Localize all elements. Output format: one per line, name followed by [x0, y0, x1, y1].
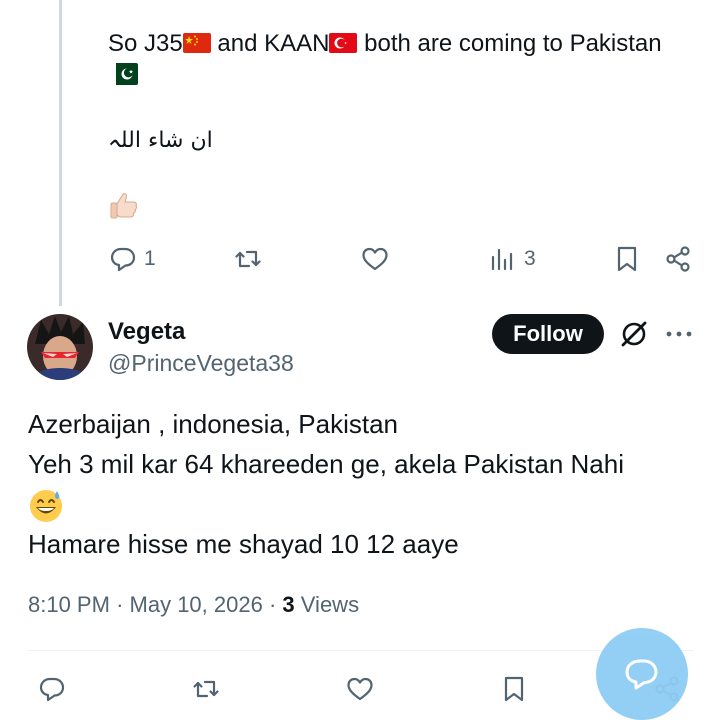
reply-action-bar: 1 3: [0, 240, 720, 284]
tweet-views-count: 3: [282, 592, 295, 617]
tweet-date[interactable]: May 10, 2026: [130, 592, 263, 617]
meta-separator: ·: [268, 592, 283, 617]
reply-line-2: [108, 59, 708, 90]
tweet-time[interactable]: 8:10 PM: [28, 592, 110, 617]
retweet-button[interactable]: [191, 674, 221, 704]
retweet-icon: [193, 680, 219, 698]
reply-views-button[interactable]: 3: [488, 244, 536, 274]
turkey-flag-icon: [329, 33, 358, 53]
avatar[interactable]: [27, 314, 93, 380]
meta-separator: ·: [116, 592, 130, 617]
reply-line-1: So J35 and KAAN both are coming to Pakis…: [108, 28, 708, 59]
tweet-line-2: Yeh 3 mil kar 64 khareeden ge, akela Pak…: [28, 449, 624, 479]
reply-retweet-button[interactable]: [233, 244, 263, 274]
like-button[interactable]: [345, 674, 375, 704]
share-icon: [666, 246, 690, 272]
heart-icon: [347, 677, 373, 701]
tweet-meta: 8:10 PM · May 10, 2026 · 3 Views: [28, 592, 359, 618]
reply-bookmark-button[interactable]: [612, 244, 642, 274]
reply-button[interactable]: [37, 674, 67, 704]
follow-button[interactable]: Follow: [492, 314, 604, 354]
pakistan-flag-icon: [108, 63, 138, 85]
grinning-sweat-emoji: [30, 490, 62, 523]
heart-icon: [362, 247, 388, 271]
compose-message-icon: [625, 659, 658, 690]
retweet-icon: [235, 250, 261, 268]
bookmark-button[interactable]: [499, 674, 529, 704]
tweet-line-3: [28, 484, 708, 524]
tweet-text: Azerbaijan , indonesia, Pakistan Yeh 3 m…: [28, 404, 708, 564]
compose-message-button[interactable]: [596, 628, 688, 720]
reply-icon: [110, 247, 136, 272]
display-name[interactable]: Vegeta: [108, 318, 185, 346]
reply-text-part: So J35: [108, 30, 183, 57]
analytics-icon: [491, 248, 513, 271]
tweet-line-4: Hamare hisse me shayad 10 12 aaye: [28, 529, 459, 560]
bookmark-icon: [504, 676, 524, 702]
reply-like-button[interactable]: [360, 244, 390, 274]
reply-text-part: both are coming to Pakistan: [357, 30, 662, 57]
reply-share-button[interactable]: [663, 244, 693, 274]
thumbs-up-emoji: [110, 193, 138, 219]
grok-icon[interactable]: [618, 318, 650, 350]
tweet-views-label: Views: [300, 592, 360, 617]
tweet-line-1: Azerbaijan , indonesia, Pakistan: [28, 409, 399, 439]
china-flag-icon: [182, 33, 211, 53]
reply-icon: [39, 677, 65, 702]
bookmark-icon: [617, 246, 637, 272]
reply-text: So J35 and KAAN both are coming to Pakis…: [108, 28, 708, 90]
reply-reply-button[interactable]: 1: [108, 244, 156, 274]
reply-count: 1: [144, 247, 156, 270]
reply-text-part: and KAAN: [210, 30, 330, 57]
divider: [28, 650, 694, 651]
reply-view-count: 3: [524, 247, 536, 270]
more-icon[interactable]: [664, 322, 694, 346]
reply-urdu-text: ان شاء اللہ: [108, 128, 213, 153]
user-handle[interactable]: @PrinceVegeta38: [108, 350, 294, 377]
